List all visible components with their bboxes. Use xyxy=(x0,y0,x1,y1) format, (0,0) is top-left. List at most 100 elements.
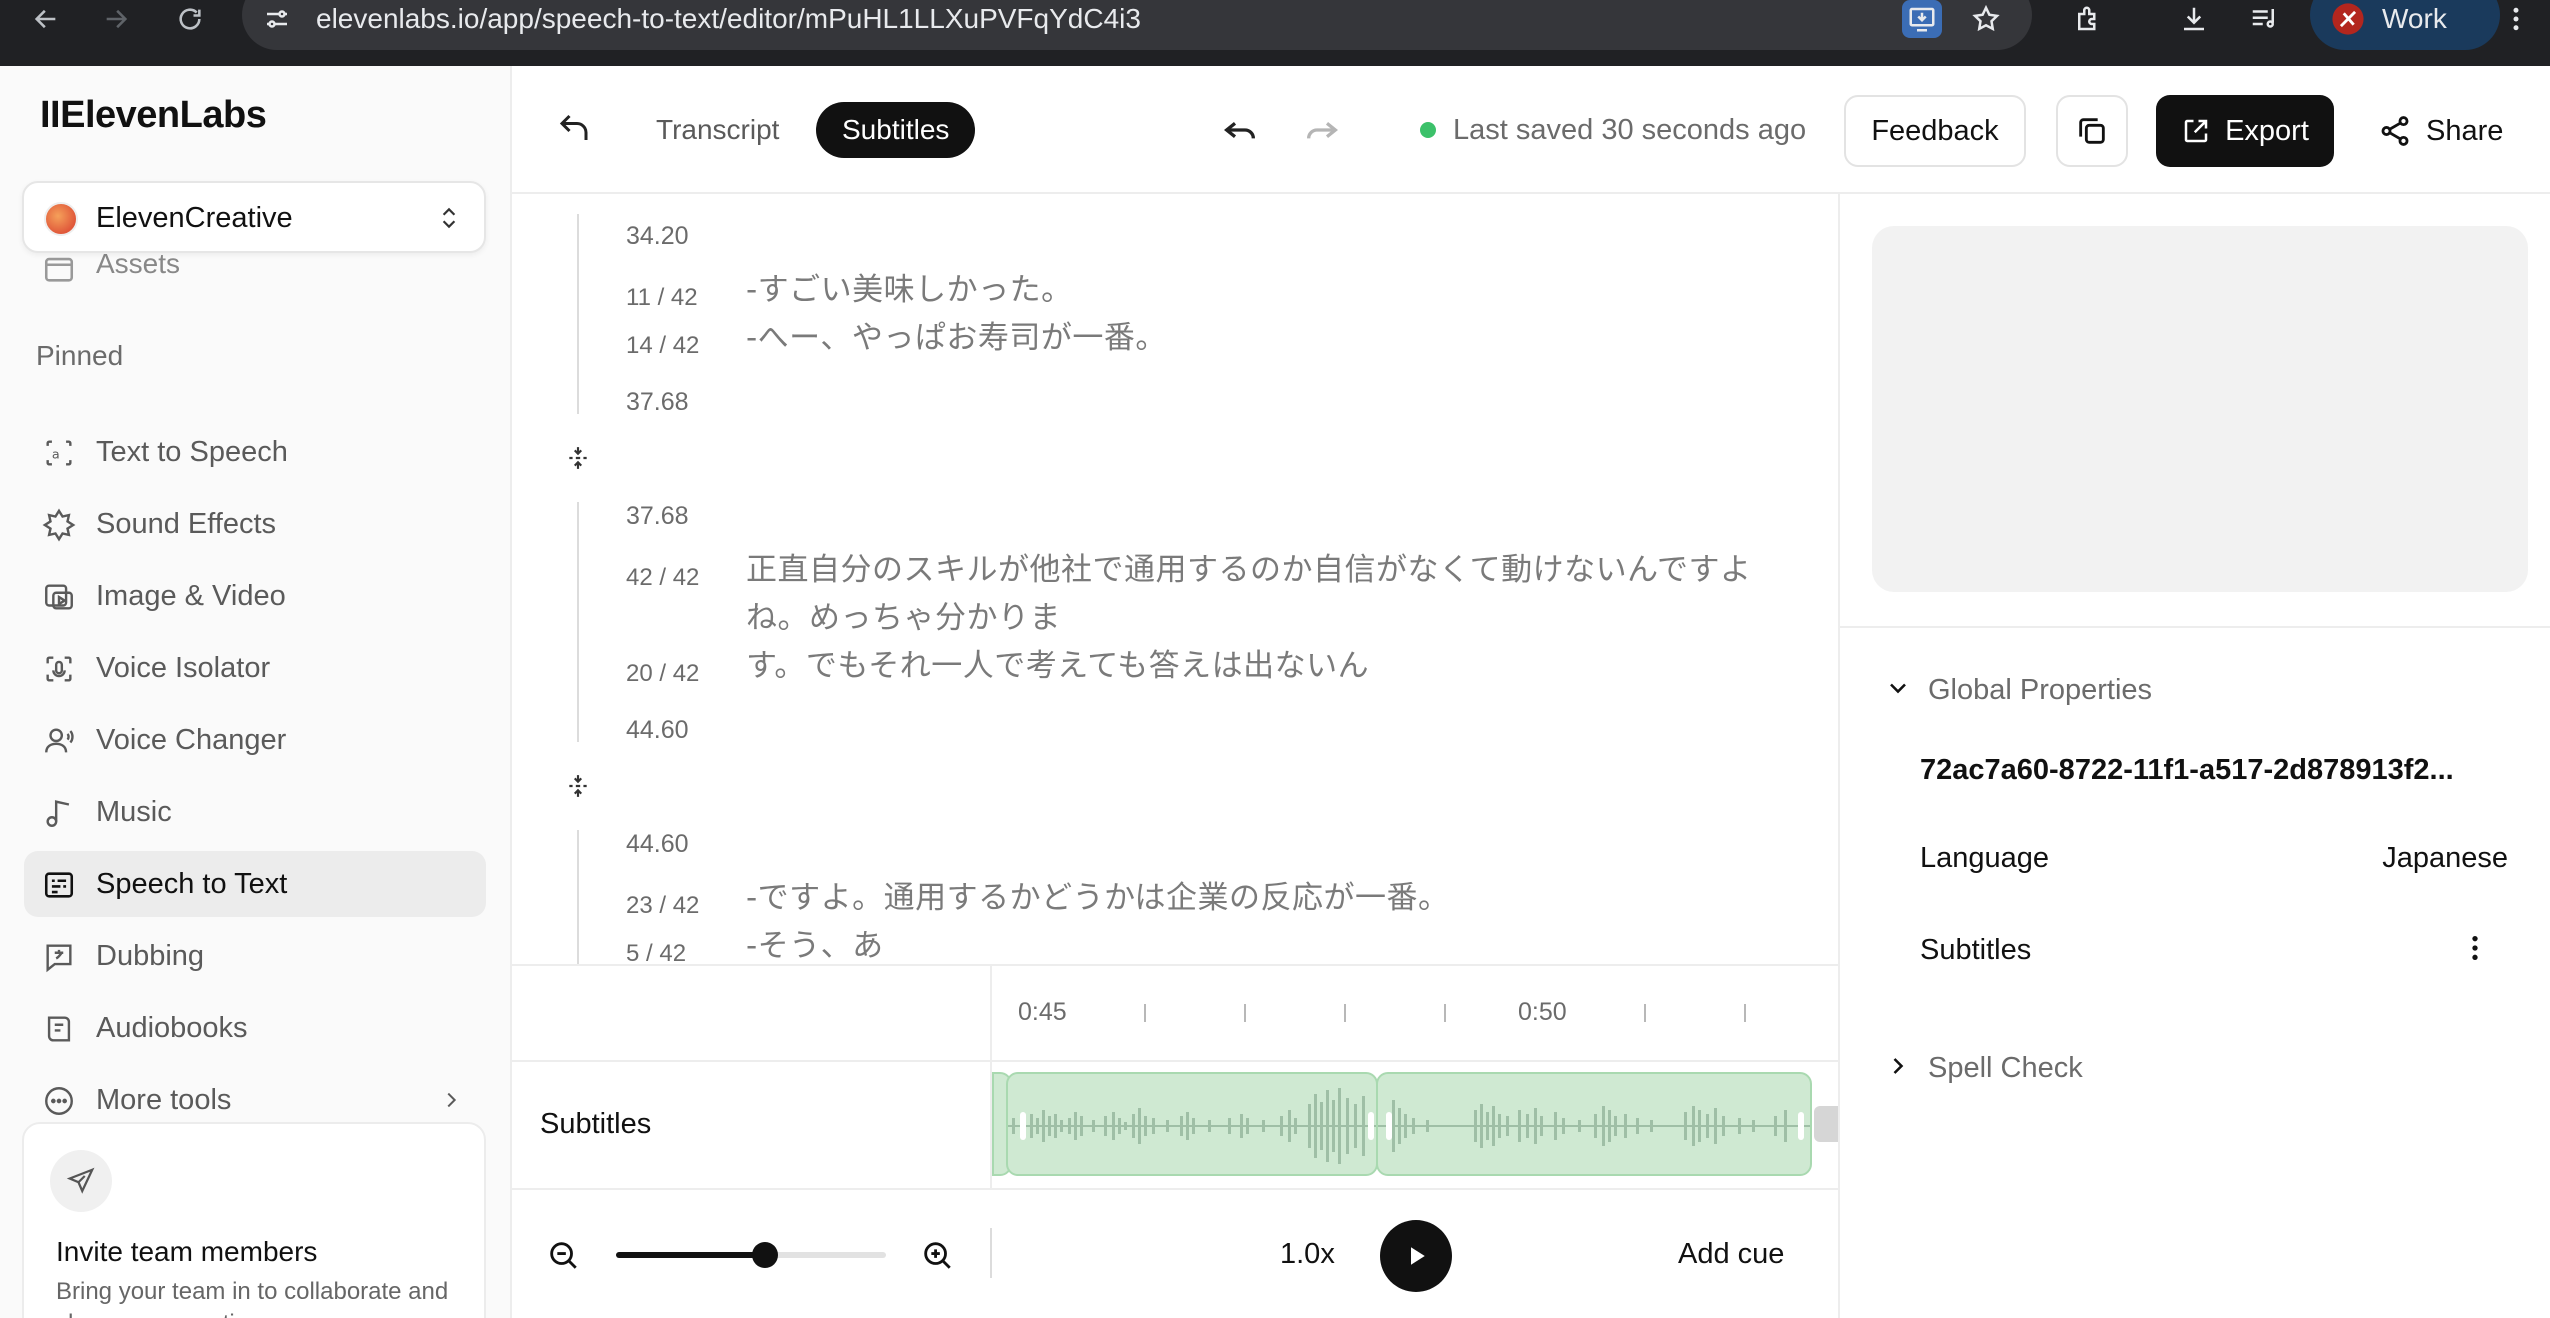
chevron-down-icon[interactable] xyxy=(1884,674,1912,707)
media-controls-icon[interactable] xyxy=(2244,0,2284,38)
share-button[interactable]: Share xyxy=(2378,95,2503,167)
sidebar-item-image-video[interactable]: Image & Video xyxy=(24,563,486,629)
sidebar-item-voice-isolator[interactable]: Voice Isolator xyxy=(24,635,486,701)
assets-icon xyxy=(42,252,76,291)
sidebar-item-label: Sound Effects xyxy=(96,508,277,540)
ruler-tick xyxy=(1244,1004,1246,1022)
workspace-avatar xyxy=(44,202,78,236)
duplicate-button[interactable] xyxy=(2056,95,2128,167)
merge-cues-icon[interactable] xyxy=(560,440,596,476)
add-cue-button[interactable]: Add cue xyxy=(1678,1238,1784,1271)
cue-text-line[interactable]: -へー、やっぱお寿司が一番。 xyxy=(746,314,1167,362)
cue-text-line-wrap[interactable]: ね。めっちゃ分かりま xyxy=(746,594,1061,642)
cue-text-line[interactable]: -すごい美味しかった。 xyxy=(746,266,1073,314)
panel-section-divider xyxy=(1840,626,2550,628)
copy-icon xyxy=(2079,118,2105,144)
play-button[interactable] xyxy=(1380,1220,1452,1292)
url-text[interactable]: elevenlabs.io/app/speech-to-text/editor/… xyxy=(316,0,1141,38)
undo-icon[interactable] xyxy=(1220,110,1260,155)
more-options-icon[interactable] xyxy=(2470,932,2480,969)
spell-check-toggle[interactable]: Spell Check xyxy=(1928,1052,2083,1085)
chevron-right-icon[interactable] xyxy=(1884,1052,1912,1085)
app-logo[interactable]: IIElevenLabs xyxy=(40,94,267,137)
export-button[interactable]: Export xyxy=(2156,95,2334,167)
sidebar-item-text-to-speech[interactable]: a Text to Speech xyxy=(24,419,486,485)
global-properties-toggle[interactable]: Global Properties xyxy=(1928,674,2152,707)
forward-icon[interactable] xyxy=(96,0,136,38)
char-count: 11 / 42 xyxy=(626,284,698,311)
cue-text-line[interactable]: -ですよ。通用するかどうかは企業の反応が一番。 xyxy=(746,874,1449,922)
cue-end-time[interactable]: 37.68 xyxy=(626,388,689,417)
music-icon xyxy=(42,796,76,830)
tab-transcript[interactable]: Transcript xyxy=(630,102,805,158)
language-select[interactable]: Japanese xyxy=(2382,842,2508,875)
feedback-label: Feedback xyxy=(1871,114,1999,147)
share-label: Share xyxy=(2426,114,2504,147)
back-icon[interactable] xyxy=(26,0,66,38)
subtitle-clip[interactable] xyxy=(1376,1072,1812,1176)
zoom-out-icon[interactable] xyxy=(546,1238,580,1277)
playback-speed[interactable]: 1.0x xyxy=(1280,1238,1335,1271)
subtitles-label: Subtitles xyxy=(1920,934,2032,966)
send-icon xyxy=(50,1150,112,1212)
waveform xyxy=(1378,1100,1810,1152)
sidebar-item-label: Speech to Text xyxy=(96,868,288,900)
cue-guide-line xyxy=(577,502,579,742)
install-app-icon[interactable] xyxy=(1902,0,1942,38)
speech-to-text-icon xyxy=(42,868,76,902)
sidebar-item-sound-effects[interactable]: Sound Effects xyxy=(24,491,486,557)
zoom-slider-thumb[interactable] xyxy=(751,1242,778,1268)
cue-text-line[interactable]: 正直自分のスキルが他社で通用するのか自信がなくて動けないんですよ xyxy=(746,546,1752,594)
cue-guide-line xyxy=(577,214,579,414)
ruler-border xyxy=(512,1060,1838,1062)
feedback-button[interactable]: Feedback xyxy=(1844,95,2026,167)
sidebar-item-music[interactable]: Music xyxy=(24,779,486,845)
tab-subtitles[interactable]: Subtitles xyxy=(816,102,976,158)
zoom-in-icon[interactable] xyxy=(920,1238,954,1277)
sidebar-item-dubbing[interactable]: Dubbing xyxy=(24,923,486,989)
properties-panel: Global Properties 72ac7a60-8722-11f1-a51… xyxy=(1840,194,2550,1318)
site-info-icon[interactable] xyxy=(262,4,292,34)
zoom-slider[interactable] xyxy=(616,1242,886,1268)
cue-text-line[interactable]: す。でもそれ一人で考えても答えは出ないん xyxy=(746,642,1369,690)
browser-menu-icon[interactable] xyxy=(2496,0,2536,38)
sidebar-item-label: Dubbing xyxy=(96,940,205,972)
profile-label: Work xyxy=(2382,3,2447,34)
cue-start-time[interactable]: 44.60 xyxy=(626,830,689,859)
cue-text-line[interactable]: -そう、あ xyxy=(746,922,884,964)
invite-description: Bring your team in to collaborate and sh… xyxy=(56,1278,449,1318)
bookmark-star-icon[interactable] xyxy=(1966,0,2006,38)
ruler-time-label: 0:45 xyxy=(1018,998,1067,1026)
cue-start-time[interactable]: 37.68 xyxy=(626,502,689,531)
cue-start-time[interactable]: 34.20 xyxy=(626,222,689,251)
ruler-tick xyxy=(1144,1004,1146,1022)
export-icon xyxy=(2184,119,2208,143)
sound-effects-icon xyxy=(42,508,76,542)
redo-icon[interactable] xyxy=(1302,110,1342,155)
video-preview[interactable] xyxy=(1872,226,2528,592)
sidebar-item-audiobooks[interactable]: Audiobooks xyxy=(24,995,486,1061)
ruler-tick xyxy=(1444,1004,1446,1022)
sidebar-item-speech-to-text[interactable]: Speech to Text xyxy=(24,851,486,917)
saved-status: Last saved 30 seconds ago xyxy=(1453,114,1807,146)
sidebar-item-label: Audiobooks xyxy=(96,1012,248,1044)
profile-avatar-icon xyxy=(2328,0,2368,38)
char-count: 42 / 42 xyxy=(626,564,700,591)
next-clip-edge[interactable] xyxy=(1814,1106,1838,1142)
ruler-tick xyxy=(1744,1004,1746,1022)
downloads-icon[interactable] xyxy=(2174,0,2214,38)
workspace-selector[interactable]: ElevenCreative xyxy=(22,181,486,253)
cue-end-time[interactable]: 44.60 xyxy=(626,716,689,745)
back-arrow-icon[interactable] xyxy=(556,110,592,151)
char-count: 20 / 42 xyxy=(626,660,700,687)
subtitle-clip[interactable] xyxy=(1006,1072,1378,1176)
play-icon xyxy=(1411,1247,1425,1265)
extensions-icon[interactable] xyxy=(2068,0,2108,38)
ruler-tick xyxy=(1344,1004,1346,1022)
invite-team-card[interactable]: Invite team members Bring your team in t… xyxy=(22,1122,486,1318)
workspace-name: ElevenCreative xyxy=(96,202,293,234)
sidebar-item-voice-changer[interactable]: Voice Changer xyxy=(24,707,486,773)
merge-cues-icon[interactable] xyxy=(560,768,596,804)
timeline: 0:45 0:50 Subtitles xyxy=(512,964,1838,1190)
reload-icon[interactable] xyxy=(170,0,210,38)
